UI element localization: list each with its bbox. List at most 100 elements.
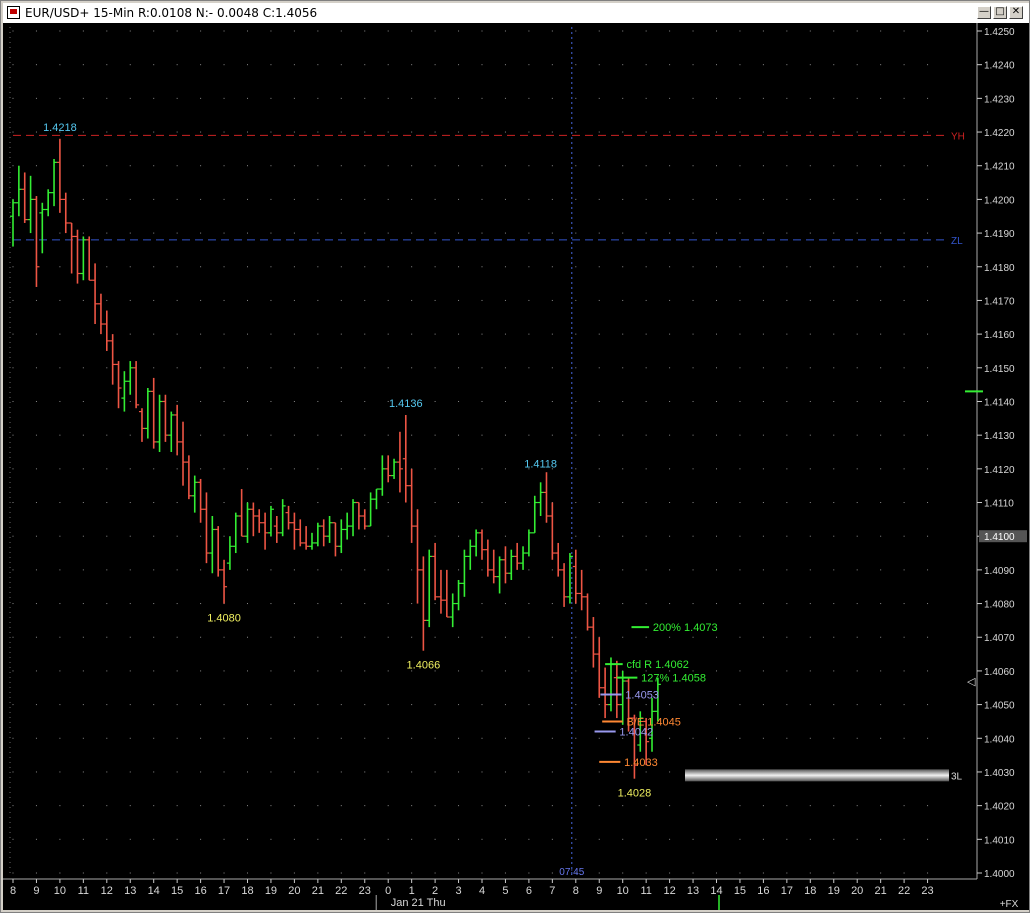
grid-dot: [927, 603, 929, 605]
grid-dot: [833, 603, 835, 605]
grid-dot: [739, 131, 741, 133]
close-button[interactable]: ✕: [1009, 6, 1023, 19]
grid-dot: [176, 30, 178, 32]
time-tick-label: 18: [241, 885, 253, 897]
grid-dot: [762, 400, 764, 402]
grid-dot: [575, 198, 577, 200]
grid-dot: [35, 64, 37, 66]
grid-dot: [575, 670, 577, 672]
price-tick-label: 1.4170: [984, 296, 1015, 307]
grid-dot: [12, 502, 14, 504]
grid-dot: [153, 97, 155, 99]
price-tick-label: 1.4180: [984, 263, 1015, 274]
grid-dot: [809, 805, 811, 807]
grid-dot: [129, 704, 131, 706]
grid-dot: [903, 737, 905, 739]
time-tick-label: 0: [385, 885, 391, 897]
grid-dot: [669, 737, 671, 739]
grid-dot: [716, 64, 717, 66]
grid-dot: [833, 468, 835, 470]
grid-dot: [669, 64, 671, 66]
grid-dot: [364, 468, 366, 470]
grid-dot: [833, 232, 835, 234]
grid-dot: [153, 535, 155, 537]
minimize-button[interactable]: —: [977, 6, 991, 19]
grid-dot: [739, 535, 741, 537]
grid-dot: [59, 30, 61, 32]
grid-dot: [645, 299, 647, 301]
grid-dot: [153, 569, 155, 571]
grid-dot: [106, 232, 108, 234]
grid-dot: [106, 872, 108, 874]
grid-dot: [35, 165, 37, 167]
grid-dot: [364, 737, 366, 739]
grid-dot: [364, 299, 366, 301]
grid-dot: [364, 64, 366, 66]
grid-dot: [364, 636, 366, 638]
time-axis[interactable]: 8 9 10 11 12 13 14 15 16 17 18 19 20 21 22 23 0 1 2 3 4 5 6 7 8 9…: [3, 878, 1029, 910]
grid-dot: [247, 97, 248, 99]
grid-dot: [12, 400, 14, 402]
grid-dot: [575, 704, 577, 706]
grid-dot: [59, 468, 61, 470]
price-tick-label: 1.4220: [984, 128, 1015, 139]
grid-dot: [903, 872, 905, 874]
grid-dot: [458, 299, 460, 301]
grid-dot: [481, 266, 483, 268]
grid-dot: [903, 468, 905, 470]
price-tick-label: 1.4230: [984, 94, 1015, 105]
grid-dot: [786, 30, 788, 32]
grid-dot: [12, 838, 14, 840]
grid-dot: [59, 64, 61, 66]
grid-dot: [434, 30, 436, 32]
time-tick-label: 11: [78, 885, 89, 897]
grid-dot: [786, 872, 788, 874]
grid-dot: [200, 838, 202, 840]
grid-dot: [551, 165, 553, 167]
grid-dot: [270, 266, 272, 268]
grid-dot: [411, 299, 413, 301]
grid-dot: [880, 97, 882, 99]
grid-dot: [927, 97, 929, 99]
grid-dot: [59, 737, 61, 739]
grid-dot: [551, 569, 553, 571]
grid-dot: [434, 468, 436, 470]
grid-dot: [856, 367, 858, 369]
grid-dot: [645, 30, 647, 32]
restore-button[interactable]: □: [993, 6, 1007, 19]
grid-dot: [176, 232, 178, 234]
grid-dot: [434, 232, 436, 234]
grid-dot: [809, 468, 811, 470]
grid-dot: [317, 603, 319, 605]
grid-dot: [622, 333, 624, 335]
grid-dot: [833, 131, 835, 133]
grid-dot: [669, 232, 671, 234]
grid-dot: [458, 434, 460, 436]
grid-dot: [364, 872, 366, 874]
grid-dot: [833, 333, 835, 335]
grid-dot: [528, 400, 530, 402]
grid-dot: [481, 704, 483, 706]
grid-dot: [669, 603, 671, 605]
grid-dot: [528, 636, 530, 638]
price-tick-label: 1.4040: [984, 734, 1015, 745]
grid-dot: [669, 636, 671, 638]
grid-dot: [200, 232, 202, 234]
grid-dot: [645, 636, 647, 638]
grid-dot: [762, 266, 764, 268]
grid-dot: [622, 603, 624, 605]
grid-dot: [739, 569, 741, 571]
price-chart[interactable]: 07:45 YH ZL 200% 1.4073 cfd R 1.4062 127% 1…: [3, 23, 1029, 910]
price-annotation: 1.4118: [524, 459, 557, 471]
grid-dot: [12, 131, 14, 133]
grid-dot: [809, 232, 811, 234]
grid-dot: [575, 30, 577, 32]
grid-dot: [458, 502, 460, 504]
time-tick-label: 16: [194, 885, 206, 897]
grid-dot: [762, 198, 764, 200]
grid-dot: [880, 333, 882, 335]
title-bar[interactable]: EUR/USD+ 15-Min R:0.0108 N:- 0.0048 C:1.…: [3, 3, 1029, 23]
grid-dot: [129, 333, 131, 335]
grid-dot: [223, 64, 225, 66]
grid-dot: [200, 468, 202, 470]
